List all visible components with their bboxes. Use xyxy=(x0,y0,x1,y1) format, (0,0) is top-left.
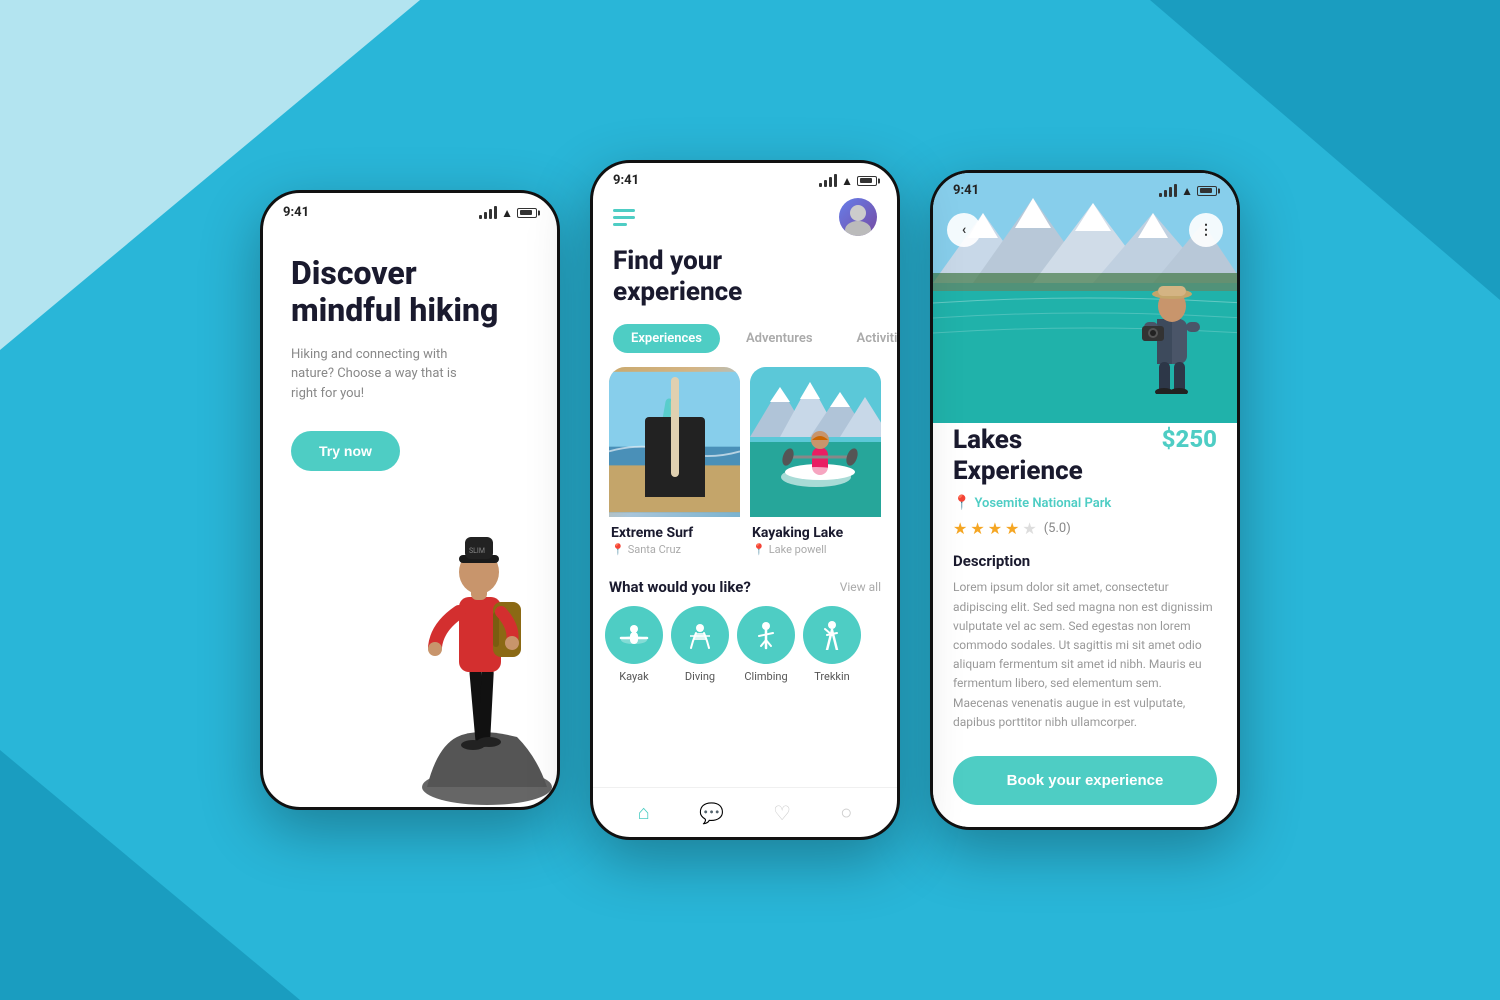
phone-1-body: Discover mindful hiking Hiking and conne… xyxy=(263,225,557,807)
time-1: 9:41 xyxy=(283,205,309,220)
rating-stars: ★ ★ ★ ★ ★ (5.0) xyxy=(953,519,1217,538)
trekking-label: Trekkin xyxy=(814,670,850,683)
kayak-title: Kayaking Lake xyxy=(752,525,879,541)
surf-card-info: Extreme Surf 📍 Santa Cruz xyxy=(609,517,740,560)
star-1: ★ xyxy=(953,519,967,538)
signal-icon-2 xyxy=(819,174,837,187)
surf-pin-icon: 📍 xyxy=(611,543,625,556)
location-pin-icon: 📍 xyxy=(953,495,970,511)
book-button[interactable]: Book your experience xyxy=(953,756,1217,805)
hiker-figure: SLIM xyxy=(397,427,552,807)
phone-1: 9:41 ▲ Discover mindful hiking Hiking an… xyxy=(260,190,560,810)
diving-label: Diving xyxy=(685,670,715,683)
phone-3-body: Lakes Experience $250 📍 Yosemite Nationa… xyxy=(933,403,1237,827)
kayak-card-image xyxy=(750,367,881,517)
try-now-button[interactable]: Try now xyxy=(291,431,400,471)
kayak-label: Kayak xyxy=(619,670,649,683)
activity-trekking[interactable]: Trekkin xyxy=(803,606,861,683)
card-extreme-surf[interactable]: Extreme Surf 📍 Santa Cruz xyxy=(609,367,740,560)
activity-row: Kayak Diving Climbing xyxy=(593,606,897,683)
phone-2: 9:41 ▲ xyxy=(590,160,900,840)
experience-location: 📍 Yosemite National Park xyxy=(953,495,1217,511)
kayak-activity-icon[interactable] xyxy=(605,606,663,664)
battery-icon-3 xyxy=(1197,186,1217,196)
nav-heart-icon[interactable]: ♡ xyxy=(773,801,791,825)
surf-card-image xyxy=(609,367,740,517)
tab-experiences[interactable]: Experiences xyxy=(613,324,720,353)
surf-title: Extreme Surf xyxy=(611,525,738,541)
activity-climbing[interactable]: Climbing xyxy=(737,606,795,683)
trekking-activity-icon[interactable] xyxy=(803,606,861,664)
description-title: Description xyxy=(953,552,1217,570)
climbing-label: Climbing xyxy=(744,670,787,683)
kayak-pin-icon: 📍 xyxy=(752,543,766,556)
bottom-nav: ⌂ 💬 ♡ ○ xyxy=(593,787,897,837)
phones-container: 9:41 ▲ Discover mindful hiking Hiking an… xyxy=(260,160,1240,840)
activity-kayak[interactable]: Kayak xyxy=(605,606,663,683)
phone-1-title: Discover mindful hiking xyxy=(291,255,529,329)
battery-icon-1 xyxy=(517,208,537,218)
wifi-icon-1: ▲ xyxy=(501,206,513,220)
photographer-figure xyxy=(1132,274,1212,398)
phone-3-hero-image: 9:41 ▲ xyxy=(933,173,1237,423)
surf-scene xyxy=(609,367,740,517)
star-4: ★ xyxy=(1005,519,1019,538)
phone-3: 9:41 ▲ xyxy=(930,170,1240,830)
nav-chat-icon[interactable]: 💬 xyxy=(699,801,724,825)
wifi-icon-2: ▲ xyxy=(841,174,853,188)
signal-icon-3 xyxy=(1159,184,1177,197)
kayak-scene xyxy=(750,367,881,517)
user-avatar[interactable] xyxy=(839,198,877,236)
experience-price: $250 xyxy=(1162,425,1217,453)
phone-2-header xyxy=(593,193,897,246)
battery-icon-2 xyxy=(857,176,877,186)
hiker-svg: SLIM xyxy=(397,427,552,807)
status-icons-3: ▲ xyxy=(1159,184,1217,198)
status-bar-2: 9:41 ▲ xyxy=(593,163,897,193)
climbing-activity-icon[interactable] xyxy=(737,606,795,664)
surf-location: 📍 Santa Cruz xyxy=(611,543,738,556)
section-header: What would you like? View all xyxy=(593,574,897,606)
star-5: ★ xyxy=(1022,519,1036,538)
tab-activities[interactable]: Activities xyxy=(839,324,900,353)
description-text: Lorem ipsum dolor sit amet, consectetur … xyxy=(953,578,1217,740)
status-icons-1: ▲ xyxy=(479,206,537,220)
phone-2-main-title: Find your experience xyxy=(593,246,897,324)
star-3: ★ xyxy=(988,519,1002,538)
wifi-icon-3: ▲ xyxy=(1181,184,1193,198)
status-icons-2: ▲ xyxy=(819,174,877,188)
phone-1-subtitle: Hiking and connecting with nature? Choos… xyxy=(291,345,461,404)
activity-diving[interactable]: Diving xyxy=(671,606,729,683)
experience-title: Lakes Experience xyxy=(953,425,1083,487)
bg-triangle-bottom-left xyxy=(0,750,300,1000)
back-button[interactable]: ‹ xyxy=(947,213,981,247)
star-2: ★ xyxy=(970,519,984,538)
nav-home-icon[interactable]: ⌂ xyxy=(638,800,650,825)
more-options-button[interactable]: ⋮ xyxy=(1189,213,1223,247)
card-kayaking-lake[interactable]: Kayaking Lake 📍 Lake powell xyxy=(750,367,881,560)
hamburger-menu-icon[interactable] xyxy=(613,209,635,226)
svg-text:SLIM: SLIM xyxy=(469,547,485,555)
rating-value: (5.0) xyxy=(1044,521,1071,536)
time-3: 9:41 xyxy=(953,183,979,198)
nav-search-icon[interactable]: ○ xyxy=(840,800,852,825)
status-bar-3: 9:41 ▲ xyxy=(933,173,1237,203)
experience-header: Lakes Experience $250 xyxy=(953,425,1217,487)
section-title: What would you like? xyxy=(609,578,751,596)
view-all-link[interactable]: View all xyxy=(840,580,881,594)
time-2: 9:41 xyxy=(613,173,639,188)
kayak-card-info: Kayaking Lake 📍 Lake powell xyxy=(750,517,881,560)
signal-icon-1 xyxy=(479,206,497,219)
diving-activity-icon[interactable] xyxy=(671,606,729,664)
tab-adventures[interactable]: Adventures xyxy=(728,324,831,353)
kayak-location: 📍 Lake powell xyxy=(752,543,879,556)
status-bar-1: 9:41 ▲ xyxy=(263,193,557,225)
cards-row: Extreme Surf 📍 Santa Cruz xyxy=(593,367,897,574)
tab-bar: Experiences Adventures Activities xyxy=(593,324,897,367)
location-text: Yosemite National Park xyxy=(974,496,1111,511)
